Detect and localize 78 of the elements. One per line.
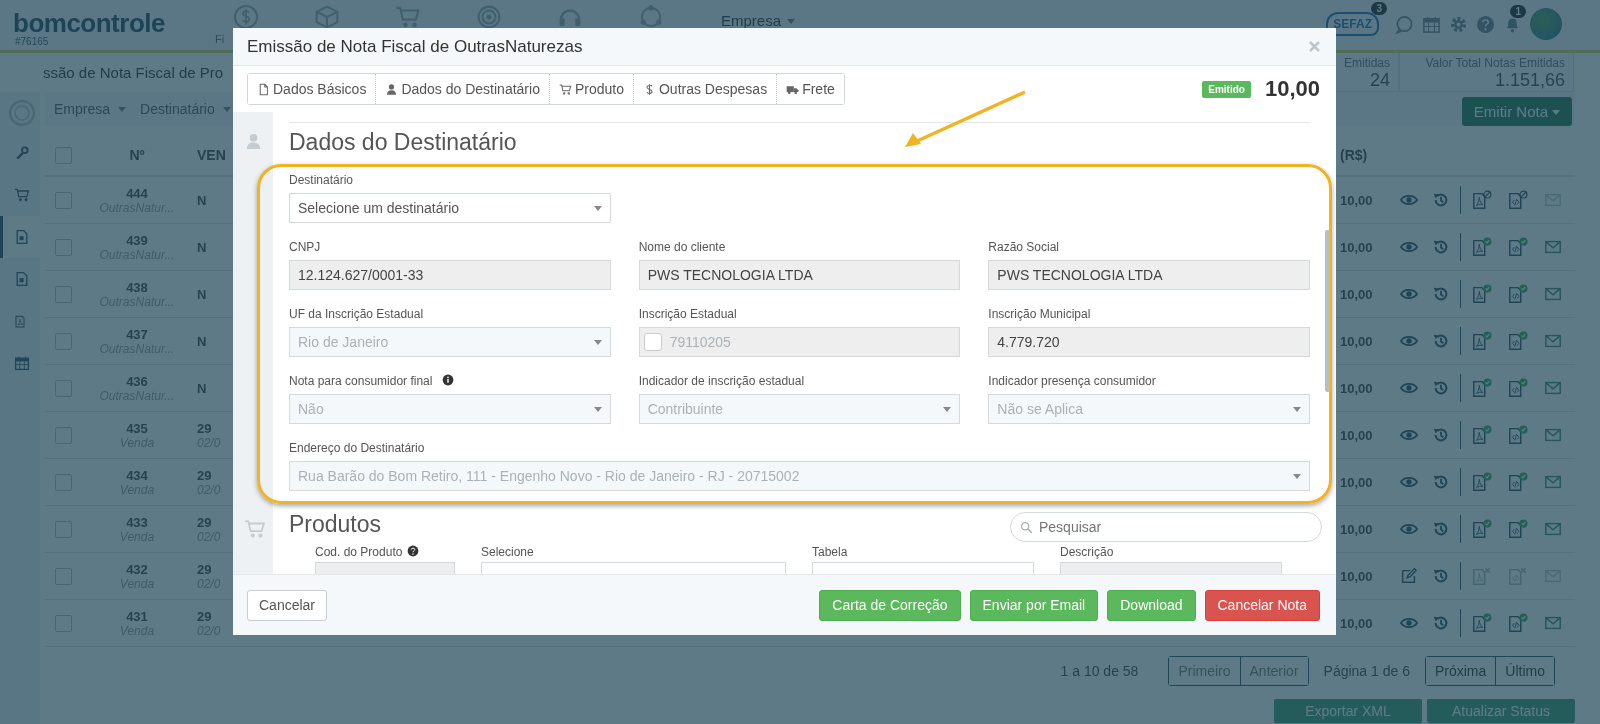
field-label: UF da Inscrição Estadual: [289, 307, 424, 321]
select-field[interactable]: Selecione um destinatário: [289, 193, 611, 223]
field-label: Indicador de inscrição estadual: [638, 374, 805, 388]
column-header: Nº: [128, 147, 146, 163]
logo[interactable]: bomcontrole: [13, 10, 205, 36]
table-cell: 431: [126, 608, 148, 624]
table-cell-text: 10,00: [1340, 239, 1374, 255]
table-cell: 436: [126, 373, 148, 389]
table-cell-text: 10,00: [1340, 521, 1374, 537]
table-cell: N: [197, 239, 207, 255]
table-cell: 29: [197, 561, 212, 577]
table-cell-text: 10,00: [1340, 474, 1374, 490]
search-icon: [1020, 521, 1033, 534]
search-field[interactable]: Pesquisar: [1010, 512, 1322, 542]
table-cell-text: 10,00: [1340, 427, 1374, 443]
action-button[interactable]: Download: [1107, 589, 1196, 621]
table-cell: 29: [197, 467, 212, 483]
page-info: Página 1 de 6: [1323, 663, 1410, 679]
table-cell-text: 10,00: [1340, 568, 1374, 584]
total-amount: 10,00: [1264, 76, 1320, 102]
table-cell: 29: [197, 514, 212, 530]
field-label: Nota para consumidor final: [289, 374, 433, 388]
user-icon: [244, 132, 263, 151]
page-title: ssão de Nota Fiscal de Pro: [43, 64, 224, 81]
file-icon: [257, 82, 270, 96]
action-button[interactable]: Cancelar Nota: [1204, 589, 1320, 621]
action-button[interactable]: Enviar por Email: [969, 589, 1099, 621]
table-cell: 439: [126, 232, 148, 248]
table-cell: 29: [197, 420, 212, 436]
input-field[interactable]: PWS TECNOLOGIA LTDA: [638, 260, 961, 290]
close-icon[interactable]: [1307, 39, 1322, 54]
table-cell: 444: [126, 185, 148, 201]
table-cell: 435: [126, 420, 148, 436]
field-label: Tabela: [812, 545, 848, 559]
input-field[interactable]: 12.124.627/0001-33: [289, 260, 611, 290]
table-cell-text: 10,00: [1340, 286, 1374, 302]
table-cell: 434: [126, 467, 148, 483]
field-label: Cod. do Produto: [315, 545, 403, 559]
table-cell: 432: [126, 561, 148, 577]
input-field[interactable]: PWS TECNOLOGIA LTDA: [988, 260, 1310, 290]
field-label: Destinatário: [289, 173, 354, 187]
table-cell: N: [197, 380, 207, 396]
table-cell: N: [197, 192, 207, 208]
column-header: (R$): [1340, 147, 1369, 163]
cart-icon: [558, 82, 572, 96]
field-label: Descrição: [1060, 545, 1114, 559]
field-label: Endereço do Destinatário: [289, 441, 425, 455]
company-menu[interactable]: Empresa: [721, 12, 782, 29]
dialog-title: Emissão de Nota Fiscal de OutrasNaturezas: [247, 36, 583, 57]
input-field[interactable]: 4.779.720: [988, 327, 1310, 357]
table-cell: 438: [126, 279, 148, 295]
table-cell: 433: [126, 514, 148, 530]
table-cell-text: 10,00: [1340, 192, 1374, 208]
table-cell-text: 10,00: [1340, 380, 1374, 396]
table-cell: N: [197, 286, 207, 302]
page-summary: 1 a 10 de 58: [1060, 663, 1139, 679]
field-label: Inscrição Municipal: [988, 307, 1091, 321]
table-cell-text: 10,00: [1340, 333, 1374, 349]
table-cell: N: [197, 333, 207, 349]
field-label: CNPJ: [289, 240, 321, 254]
tab[interactable]: Frete: [776, 74, 844, 104]
field-label: Selecione: [481, 545, 534, 559]
cancel-button[interactable]: Cancelar: [247, 589, 328, 621]
section-title: Produtos: [289, 510, 382, 539]
user-icon: [385, 82, 399, 96]
table-cell: 437: [126, 326, 148, 342]
scrollbar[interactable]: [1325, 230, 1330, 392]
field-label: Inscrição Estadual: [638, 307, 737, 321]
section-title: Dados do Destinatário: [289, 122, 1310, 160]
status-badge: Emitido: [1202, 80, 1251, 98]
field-label: Razão Social: [988, 240, 1060, 254]
field-label: Indicador presença consumidor: [988, 374, 1156, 388]
table-cell: 29: [197, 608, 212, 624]
cart-icon: [244, 518, 266, 540]
column-header: VEN: [196, 147, 227, 163]
action-button[interactable]: Carta de Correção: [819, 589, 961, 621]
table-cell-text: 10,00: [1340, 615, 1374, 631]
field-label: Nome do cliente: [638, 240, 726, 254]
